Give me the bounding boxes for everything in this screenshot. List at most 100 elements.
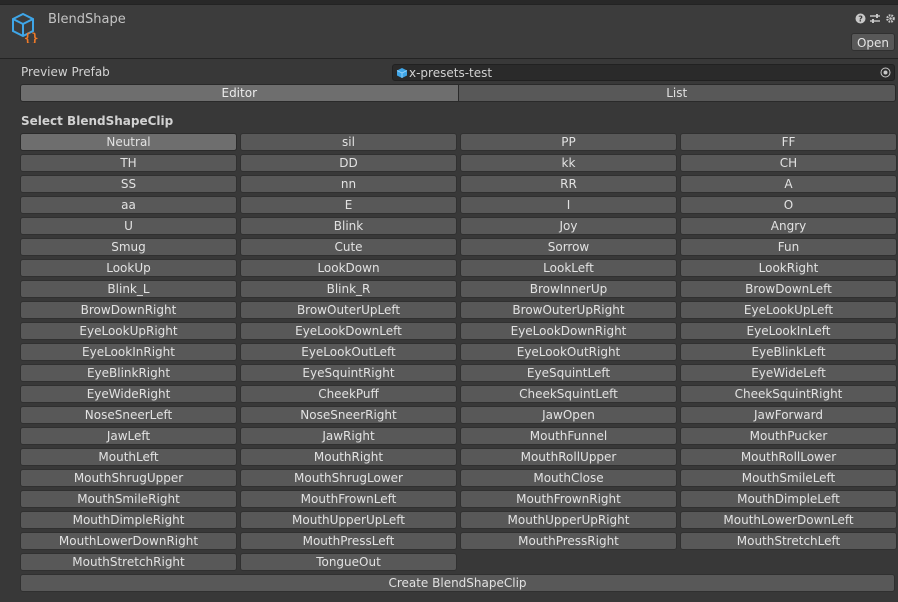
- preview-prefab-value: x-presets-test: [409, 66, 493, 80]
- clip-button[interactable]: kk: [460, 154, 677, 172]
- clip-button[interactable]: CheekSquintRight: [680, 385, 897, 403]
- clip-button[interactable]: EyeLookInRight: [20, 343, 237, 361]
- clip-button[interactable]: MouthPressLeft: [240, 532, 457, 550]
- clip-button[interactable]: CheekPuff: [240, 385, 457, 403]
- clip-button[interactable]: Neutral: [20, 133, 237, 151]
- create-blendshape-clip-button[interactable]: Create BlendShapeClip: [20, 574, 895, 592]
- clip-button[interactable]: EyeLookDownRight: [460, 322, 677, 340]
- clip-button[interactable]: U: [20, 217, 237, 235]
- clip-button[interactable]: EyeBlinkLeft: [680, 343, 897, 361]
- clip-button[interactable]: FF: [680, 133, 897, 151]
- preview-prefab-field[interactable]: x-presets-test: [392, 64, 895, 81]
- clip-button[interactable]: BrowDownLeft: [680, 280, 897, 298]
- clip-button[interactable]: EyeLookUpLeft: [680, 301, 897, 319]
- clip-button[interactable]: EyeWideLeft: [680, 364, 897, 382]
- clip-button[interactable]: aa: [20, 196, 237, 214]
- clip-button[interactable]: Cute: [240, 238, 457, 256]
- clip-button[interactable]: LookRight: [680, 259, 897, 277]
- clip-button[interactable]: A: [680, 175, 897, 193]
- clip-button[interactable]: EyeLookInLeft: [680, 322, 897, 340]
- clip-button[interactable]: MouthPucker: [680, 427, 897, 445]
- clip-button[interactable]: BrowOuterUpLeft: [240, 301, 457, 319]
- blendshape-clip-grid: Neutral sil PP FF TH DD kk CH SS nn RR Aaa E I O U Blink…: [20, 133, 897, 571]
- clip-button[interactable]: SS: [20, 175, 237, 193]
- clip-button[interactable]: nn: [240, 175, 457, 193]
- help-icon[interactable]: ?: [854, 12, 866, 24]
- clip-button[interactable]: MouthStretchRight: [20, 553, 237, 571]
- clip-button[interactable]: MouthRollLower: [680, 448, 897, 466]
- clip-button[interactable]: LookLeft: [460, 259, 677, 277]
- preview-prefab-label: Preview Prefab: [21, 65, 110, 79]
- clip-button[interactable]: BrowDownRight: [20, 301, 237, 319]
- clip-button[interactable]: MouthSmileLeft: [680, 469, 897, 487]
- clip-button[interactable]: Angry: [680, 217, 897, 235]
- clip-button[interactable]: MouthRight: [240, 448, 457, 466]
- clip-button[interactable]: MouthFrownRight: [460, 490, 677, 508]
- clip-button[interactable]: MouthClose: [460, 469, 677, 487]
- tab-editor[interactable]: Editor: [20, 84, 459, 102]
- clip-button[interactable]: NoseSneerRight: [240, 406, 457, 424]
- clip-button[interactable]: EyeLookUpRight: [20, 322, 237, 340]
- clip-button[interactable]: MouthRollUpper: [460, 448, 677, 466]
- clip-button[interactable]: MouthUpperUpLeft: [240, 511, 457, 529]
- clip-button[interactable]: EyeLookDownLeft: [240, 322, 457, 340]
- inspector-header: {} BlendShape ? Open: [0, 5, 898, 59]
- clip-button[interactable]: JawForward: [680, 406, 897, 424]
- clip-button[interactable]: EyeBlinkRight: [20, 364, 237, 382]
- clip-button[interactable]: MouthLowerDownLeft: [680, 511, 897, 529]
- clip-button[interactable]: EyeLookOutLeft: [240, 343, 457, 361]
- clip-button[interactable]: TH: [20, 154, 237, 172]
- clip-button[interactable]: I: [460, 196, 677, 214]
- open-button[interactable]: Open: [850, 33, 895, 51]
- clip-button[interactable]: BrowOuterUpRight: [460, 301, 677, 319]
- clip-button[interactable]: MouthSmileRight: [20, 490, 237, 508]
- clip-button[interactable]: JawOpen: [460, 406, 677, 424]
- clip-button[interactable]: EyeLookOutRight: [460, 343, 677, 361]
- clip-button[interactable]: MouthDimpleRight: [20, 511, 237, 529]
- clip-button[interactable]: EyeWideRight: [20, 385, 237, 403]
- clip-button[interactable]: MouthDimpleLeft: [680, 490, 897, 508]
- clip-button[interactable]: JawLeft: [20, 427, 237, 445]
- clip-button[interactable]: sil: [240, 133, 457, 151]
- clip-button[interactable]: MouthPressRight: [460, 532, 677, 550]
- clip-button[interactable]: EyeSquintLeft: [460, 364, 677, 382]
- clip-button[interactable]: MouthUpperUpRight: [460, 511, 677, 529]
- section-label: Select BlendShapeClip: [21, 114, 174, 128]
- clip-button[interactable]: Joy: [460, 217, 677, 235]
- clip-button[interactable]: CheekSquintLeft: [460, 385, 677, 403]
- clip-button[interactable]: BrowInnerUp: [460, 280, 677, 298]
- clip-button[interactable]: EyeSquintRight: [240, 364, 457, 382]
- clip-button[interactable]: MouthShrugUpper: [20, 469, 237, 487]
- clip-button[interactable]: MouthShrugLower: [240, 469, 457, 487]
- header-tools: ?: [854, 11, 896, 25]
- svg-text:{}: {}: [24, 31, 38, 43]
- clip-button[interactable]: MouthLowerDownRight: [20, 532, 237, 550]
- clip-button[interactable]: RR: [460, 175, 677, 193]
- clip-button[interactable]: PP: [460, 133, 677, 151]
- gear-icon[interactable]: [884, 12, 896, 24]
- clip-button[interactable]: E: [240, 196, 457, 214]
- tab-list[interactable]: List: [458, 84, 896, 102]
- clip-button[interactable]: LookDown: [240, 259, 457, 277]
- clip-button[interactable]: Blink: [240, 217, 457, 235]
- clip-button[interactable]: MouthFrownLeft: [240, 490, 457, 508]
- clip-button[interactable]: MouthStretchLeft: [680, 532, 897, 550]
- clip-button[interactable]: NoseSneerLeft: [20, 406, 237, 424]
- clip-button[interactable]: O: [680, 196, 897, 214]
- clip-button[interactable]: Smug: [20, 238, 237, 256]
- object-picker-icon[interactable]: [880, 67, 891, 78]
- clip-button[interactable]: Sorrow: [460, 238, 677, 256]
- clip-button[interactable]: Blink_L: [20, 280, 237, 298]
- clip-button[interactable]: LookUp: [20, 259, 237, 277]
- clip-button[interactable]: Fun: [680, 238, 897, 256]
- clip-button[interactable]: DD: [240, 154, 457, 172]
- clip-button[interactable]: TongueOut: [240, 553, 457, 571]
- clip-button[interactable]: MouthFunnel: [460, 427, 677, 445]
- editor-list-tabs: Editor List: [20, 84, 896, 102]
- clip-button[interactable]: MouthLeft: [20, 448, 237, 466]
- clip-button[interactable]: CH: [680, 154, 897, 172]
- clip-button[interactable]: Blink_R: [240, 280, 457, 298]
- inspector-window: {} BlendShape ? Open Preview Prefab x-pr…: [0, 0, 898, 602]
- clip-button[interactable]: JawRight: [240, 427, 457, 445]
- preset-icon[interactable]: [869, 12, 881, 24]
